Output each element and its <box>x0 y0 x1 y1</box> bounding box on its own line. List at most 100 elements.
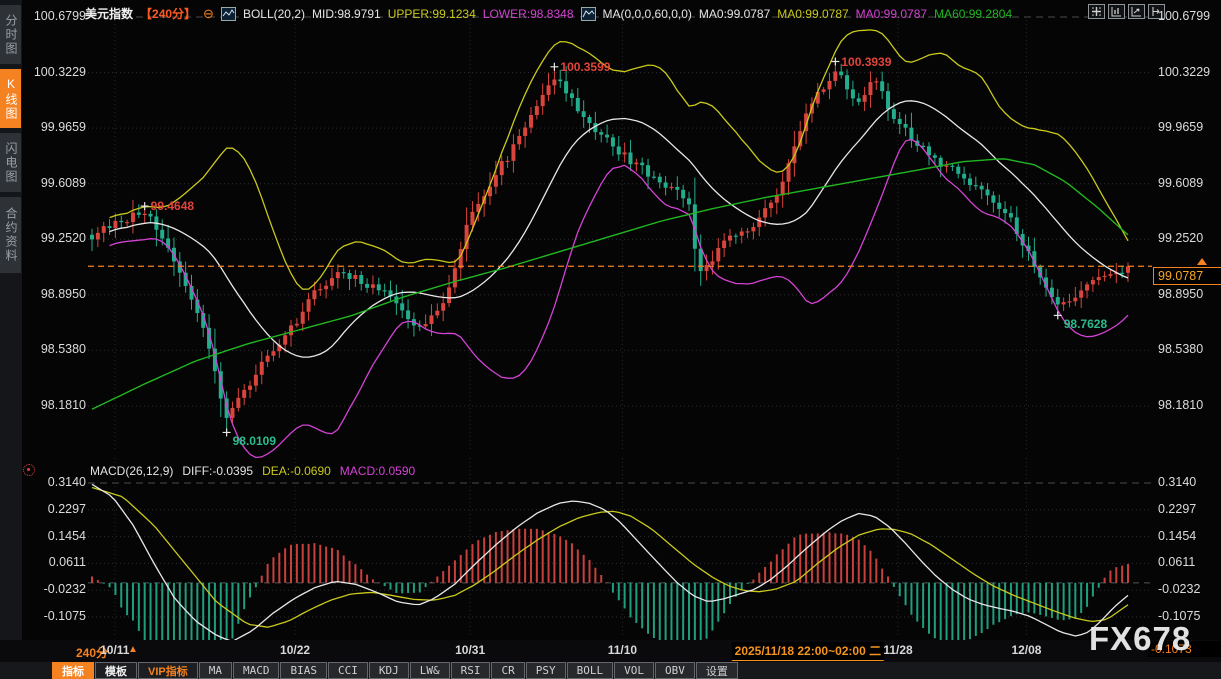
toolbar-button-VIP指标[interactable]: VIP指标 <box>138 662 198 679</box>
axis-label: -0.1075 <box>22 609 86 623</box>
axis-label: 99.9659 <box>1158 120 1220 134</box>
axis-period-arrow-icon: ▲ <box>128 644 138 655</box>
date-axis: 240分 ▲ 2025/11/18 22:00~02:00 二 10/1110/… <box>0 640 1221 662</box>
macd-name: MACD(26,12,9) <box>90 464 173 478</box>
axis-label: 0.3140 <box>1158 475 1220 489</box>
boll-lower-value: LOWER:98.8348 <box>483 7 574 21</box>
price-pane-header: 美元指数 【240分】 ⊖ BOLL(20,2) MID:98.9791 UPP… <box>85 5 1012 22</box>
macd-pane-header: MACD(26,12,9) DIFF:-0.0395 DEA:-0.0690 M… <box>90 464 415 478</box>
toolbar-button-RSI[interactable]: RSI <box>451 662 491 679</box>
axis-label: -0.0232 <box>22 582 86 596</box>
price-extreme-annotation: 100.3939 <box>841 55 891 69</box>
toolbar-button-BIAS[interactable]: BIAS <box>280 662 327 679</box>
price-chart-canvas[interactable] <box>0 0 1221 679</box>
axis-label: 0.1454 <box>22 529 86 543</box>
macd-diff-value: DIFF:-0.0395 <box>182 464 253 478</box>
boll-name: BOLL(20,2) <box>243 7 305 21</box>
toolbar-button-KDJ[interactable]: KDJ <box>369 662 409 679</box>
toolbar-spacer <box>0 662 52 679</box>
left-tab-bar: 分时图 K线图闪电图合约资料 <box>0 0 22 679</box>
macd-crosshair-value-badge: -0.1073 <box>1148 641 1221 657</box>
last-price-badge: 99.0787 <box>1153 267 1221 285</box>
toolbar-button-模板[interactable]: 模板 <box>95 662 137 679</box>
ma0-yellow-value: MA0:99.0787 <box>777 7 848 21</box>
axis-label: 99.6089 <box>22 176 86 190</box>
date-tick-label: 11/10 <box>608 643 637 657</box>
sidebar-tab-闪电图[interactable]: 闪电图 <box>0 133 21 192</box>
axis-label: -0.1075 <box>1158 609 1220 623</box>
axis-label: 0.2297 <box>22 502 86 516</box>
date-tick-label: 10/22 <box>280 643 310 657</box>
price-extreme-annotation: 98.0109 <box>233 434 276 448</box>
period-label: 【240分】 <box>140 5 196 22</box>
toolbar-button-PSY[interactable]: PSY <box>526 662 566 679</box>
date-tick-label: 10/11 <box>100 643 129 657</box>
boll-upper-value: UPPER:99.1234 <box>388 7 476 21</box>
axis-label: 99.6089 <box>1158 176 1220 190</box>
axis-grid-icon[interactable] <box>1108 4 1125 19</box>
toolbar-button-指标[interactable]: 指标 <box>52 662 94 679</box>
candles-layer <box>90 62 1130 433</box>
date-tick-label: 10/31 <box>455 643 485 657</box>
axis-label: 0.3140 <box>22 475 86 489</box>
boll-lines-layer <box>92 30 1128 458</box>
toolbar-button-OBV[interactable]: OBV <box>655 662 695 679</box>
axis-label: 98.1810 <box>22 398 86 412</box>
axis-label: 100.6799 <box>1158 9 1220 23</box>
axis-label: 98.1810 <box>1158 398 1220 412</box>
ma-name: MA(0,0,0,60,0,0) <box>603 7 692 21</box>
axis-label: -0.0232 <box>1158 582 1220 596</box>
sidebar-tab-分时图[interactable]: 分时图 <box>0 5 21 64</box>
axis-label: 99.2520 <box>22 231 86 245</box>
price-badge-arrow-icon <box>1197 258 1207 265</box>
price-extreme-annotation: 98.7628 <box>1064 317 1107 331</box>
boll-lower-line <box>110 139 1128 457</box>
axis-label: 99.9659 <box>22 120 86 134</box>
axis-label: 0.0611 <box>22 555 86 569</box>
toolbar-button-LW&[interactable]: LW& <box>410 662 450 679</box>
toolbar-button-BOLL[interactable]: BOLL <box>567 662 614 679</box>
macd-macd-value: MACD:0.0590 <box>340 464 415 478</box>
price-extreme-annotation: 100.3599 <box>560 60 610 74</box>
axis-label: 98.8950 <box>22 287 86 301</box>
crosshair-date-tooltip: 2025/11/18 22:00~02:00 二 <box>732 642 884 661</box>
axis-label: 98.5380 <box>22 342 86 356</box>
dea-line <box>92 488 1128 628</box>
toolbar-button-CR[interactable]: CR <box>491 662 524 679</box>
axis-label: 0.1454 <box>1158 529 1220 543</box>
date-tick-label: 11/28 <box>883 643 912 657</box>
gridlines-layer <box>88 17 1152 638</box>
sidebar-tab-合约资料[interactable]: 合约资料 <box>0 197 21 273</box>
axis-label: 100.3229 <box>22 65 86 79</box>
axis-label: 100.6799 <box>22 9 86 23</box>
ma0-white-value: MA0:99.0787 <box>699 7 770 21</box>
ma60-green-value: MA60:99.2804 <box>934 7 1012 21</box>
axis-label: 0.0611 <box>1158 555 1220 569</box>
axis-forward-icon[interactable] <box>1128 4 1145 19</box>
toolbar-button-设置[interactable]: 设置 <box>696 662 738 679</box>
toolbar-button-MACD[interactable]: MACD <box>233 662 280 679</box>
ma60-line <box>92 159 1128 409</box>
corner-toolbar <box>1088 4 1165 19</box>
boll-mid-value: MID:98.9791 <box>312 7 381 21</box>
pan-tool-icon[interactable] <box>1088 4 1105 19</box>
toolbar-button-MA[interactable]: MA <box>199 662 232 679</box>
symbol-title: 美元指数 <box>85 5 133 22</box>
toolbar-button-VOL[interactable]: VOL <box>614 662 654 679</box>
collapse-indicator-icon[interactable]: ⊖ <box>203 8 214 20</box>
axis-label: 0.2297 <box>1158 502 1220 516</box>
diff-line <box>92 484 1128 641</box>
ma0-magenta-value: MA0:99.0787 <box>856 7 927 21</box>
chart-application-window: 分时图 K线图闪电图合约资料 美元指数 【240分】 ⊖ BOLL(20,2) M… <box>0 0 1221 679</box>
boll-indicator-icon[interactable] <box>221 7 236 21</box>
sidebar-tab-K线图[interactable]: K线图 <box>0 69 21 128</box>
toolbar-button-CCI[interactable]: CCI <box>328 662 368 679</box>
ma-indicator-icon[interactable] <box>581 7 596 21</box>
price-extreme-annotation: 99.4648 <box>151 199 194 213</box>
axis-label: 98.8950 <box>1158 287 1220 301</box>
indicator-toolbar: 指标模板VIP指标MAMACDBIASCCIKDJLW&RSICRPSYBOLL… <box>0 662 1221 679</box>
axis-label: 100.3229 <box>1158 65 1220 79</box>
date-tick-label: 12/08 <box>1011 643 1041 657</box>
axis-label: 99.2520 <box>1158 231 1220 245</box>
macd-dea-value: DEA:-0.0690 <box>262 464 331 478</box>
